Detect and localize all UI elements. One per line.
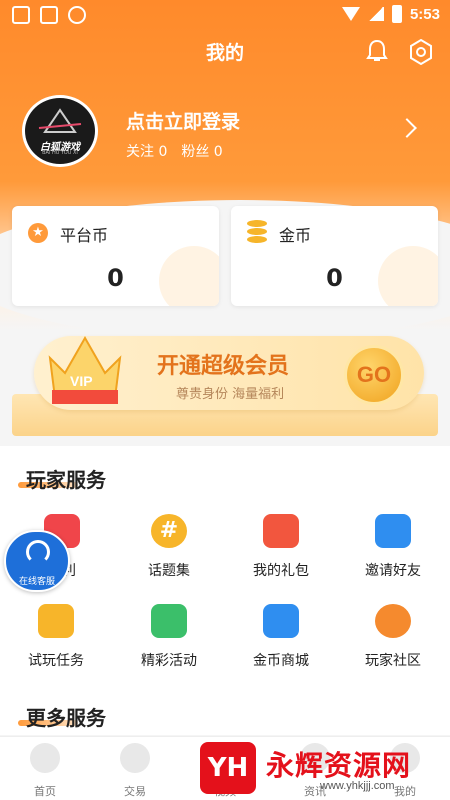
battery-icon	[391, 5, 402, 23]
login-prompt[interactable]: 点击立即登录	[126, 107, 240, 134]
nav-trade[interactable]: 交易	[90, 743, 180, 799]
bell-icon[interactable]	[366, 39, 388, 63]
service-my-gifts[interactable]: 我的礼包	[225, 514, 337, 594]
online-support-label: 在线客服	[18, 577, 55, 587]
online-support-button[interactable]: 在线客服	[4, 530, 70, 592]
vip-banner[interactable]: VIP 开通超级会员 尊贵身份 海量福利 GO	[12, 328, 438, 436]
crown-vip-text: VIP	[70, 373, 93, 389]
service-trial-tasks[interactable]: 试玩任务	[0, 604, 112, 684]
nav-home[interactable]: 首页	[0, 743, 90, 799]
service-topics[interactable]: # 话题集	[113, 514, 225, 594]
platform-coin-label: 平台币	[60, 226, 109, 245]
watermark-title: 永辉资源网	[266, 749, 412, 782]
gamepad-icon	[38, 604, 74, 638]
fox-logo-icon	[38, 108, 82, 133]
coin-icon	[247, 220, 267, 244]
signal-icon	[367, 7, 384, 21]
gold-coin-card[interactable]: 金币 0	[231, 206, 438, 306]
bookmark-star-icon	[151, 604, 187, 638]
watermark: YH 永辉资源网 www.yhkjjj.com	[200, 740, 440, 796]
game-notification-icon	[68, 6, 86, 24]
status-time: 5:53	[409, 5, 440, 23]
image-notification-icon	[12, 6, 30, 24]
vip-title: 开通超级会员	[157, 354, 290, 379]
vip-go-button[interactable]: GO	[344, 345, 404, 405]
service-events[interactable]: 精彩活动	[113, 604, 225, 684]
vip-subtitle: 尊贵身份 海量福利	[176, 387, 285, 402]
watermark-url: www.yhkjjj.com	[320, 780, 395, 792]
service-label: 玩家社区	[365, 653, 421, 669]
headset-icon	[26, 540, 50, 564]
gift-icon	[263, 514, 299, 548]
nav-label: 交易	[124, 785, 146, 798]
platform-coin-value: 0	[107, 264, 124, 292]
avatar[interactable]: 白狐游戏 BAI HU YOU XI	[22, 95, 98, 167]
player-services-title: 玩家服务	[26, 468, 106, 492]
profile-login-row[interactable]: 白狐游戏 BAI HU YOU XI 点击立即登录 关注 0 粉丝 0	[22, 95, 432, 171]
fans-count[interactable]: 粉丝 0	[181, 141, 222, 161]
nav-label: 首页	[34, 785, 56, 798]
service-label: 试玩任务	[28, 653, 84, 669]
store-icon	[263, 604, 299, 638]
more-services-section: 更多服务	[0, 690, 450, 735]
gold-coin-value: 0	[326, 264, 343, 292]
service-invite-friends[interactable]: 邀请好友	[337, 514, 449, 594]
app-notification-icon	[40, 6, 58, 24]
star-icon: ★	[28, 223, 48, 243]
status-bar: 5:53	[0, 0, 450, 32]
following-count[interactable]: 关注 0	[126, 141, 167, 161]
service-label: 邀请好友	[365, 563, 421, 579]
gear-icon[interactable]	[408, 39, 434, 65]
home-icon	[30, 743, 60, 773]
service-coin-store[interactable]: 金币商城	[225, 604, 337, 684]
watermark-logo: YH	[200, 742, 256, 794]
trade-icon	[120, 743, 150, 773]
follow-stats: 关注 0 粉丝 0	[126, 141, 223, 161]
service-community[interactable]: 玩家社区	[337, 604, 449, 684]
gold-coin-label: 金币	[279, 226, 312, 245]
platform-coin-card[interactable]: ★ 平台币 0	[12, 206, 219, 306]
service-label: 话题集	[148, 563, 190, 579]
hashtag-icon: #	[151, 514, 187, 548]
service-label: 我的礼包	[253, 563, 309, 579]
crown-icon: VIP	[48, 335, 122, 404]
more-services-title: 更多服务	[26, 706, 106, 730]
invite-icon	[375, 514, 411, 548]
service-label: 金币商城	[253, 653, 309, 669]
heart-chat-icon	[375, 604, 411, 638]
service-label: 精彩活动	[141, 653, 197, 669]
chevron-right-icon[interactable]	[397, 118, 417, 138]
avatar-logo-subtext: BAI HU YOU XI	[42, 150, 78, 156]
wifi-icon	[341, 7, 360, 21]
